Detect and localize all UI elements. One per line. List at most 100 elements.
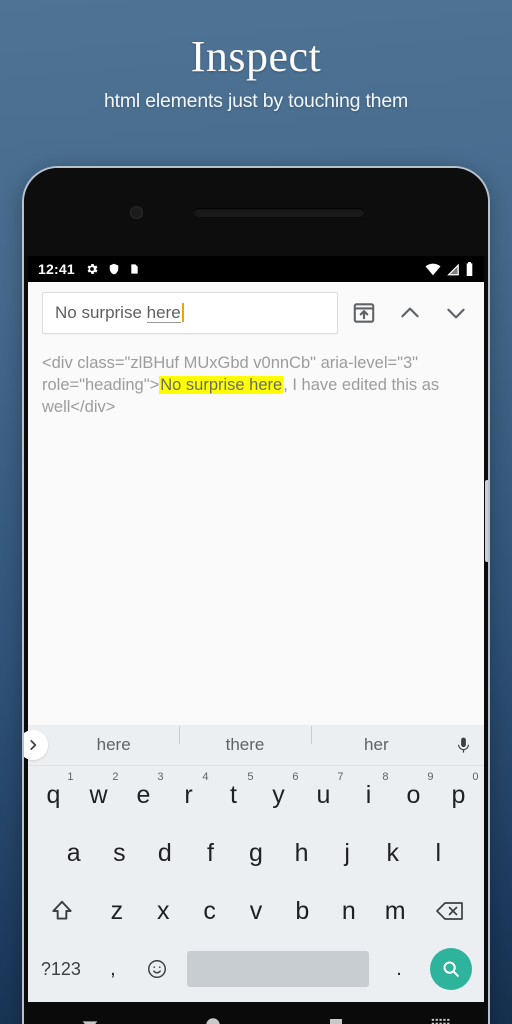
key-superscript: 4: [202, 771, 209, 783]
text-cursor: [181, 303, 184, 322]
text-input-misspelled-word: here: [146, 303, 181, 323]
key-x[interactable]: x: [140, 883, 186, 939]
wifi-icon: [425, 263, 441, 276]
suggestion-item[interactable]: her: [310, 726, 442, 755]
shift-key[interactable]: [31, 883, 94, 939]
key-y[interactable]: 6y: [256, 767, 301, 823]
clipboard-icon: [129, 262, 140, 276]
comma-key[interactable]: ,: [91, 941, 135, 997]
suggestion-list: here there her: [48, 726, 442, 755]
code-highlighted-text: No surprise here: [159, 376, 284, 394]
emoji-key[interactable]: [135, 941, 179, 997]
key-label: i: [365, 780, 372, 809]
power-button[interactable]: [485, 480, 488, 562]
key-label: r: [184, 780, 193, 809]
key-superscript: 5: [247, 771, 254, 783]
key-superscript: 2: [112, 771, 119, 783]
key-e[interactable]: 3e: [121, 767, 166, 823]
key-d[interactable]: d: [142, 825, 188, 881]
promo-header: Inspect html elements just by touching t…: [0, 0, 512, 114]
key-k[interactable]: k: [370, 825, 416, 881]
previous-match-button[interactable]: [390, 293, 430, 333]
key-o[interactable]: 9o: [391, 767, 436, 823]
key-v[interactable]: v: [233, 883, 279, 939]
key-label: t: [230, 780, 237, 809]
phone-top-bezel: [24, 168, 488, 256]
front-camera-icon: [130, 206, 143, 219]
nav-home-button[interactable]: [151, 1016, 274, 1024]
keyboard-row-1: 1q 2w 3e 4r 5t 6y 7u 8i 9o 0p: [28, 766, 484, 824]
symbols-key[interactable]: ?123: [31, 941, 91, 997]
key-i[interactable]: 8i: [346, 767, 391, 823]
backspace-key[interactable]: [418, 883, 481, 939]
key-m[interactable]: m: [372, 883, 418, 939]
next-match-button[interactable]: [436, 293, 476, 333]
key-j[interactable]: j: [324, 825, 370, 881]
key-s[interactable]: s: [97, 825, 143, 881]
key-c[interactable]: c: [186, 883, 232, 939]
space-key[interactable]: [187, 951, 369, 987]
shield-icon: [108, 262, 120, 276]
key-r[interactable]: 4r: [166, 767, 211, 823]
nav-back-button[interactable]: [28, 1014, 151, 1024]
key-superscript: 1: [67, 771, 74, 783]
chevron-right-icon[interactable]: [24, 730, 48, 760]
nav-keyboard-switcher-button[interactable]: [398, 1017, 484, 1024]
suggestion-bar: here there her: [24, 725, 484, 766]
key-b[interactable]: b: [279, 883, 325, 939]
page-title: Inspect: [190, 32, 322, 81]
key-label: w: [89, 780, 108, 809]
key-w[interactable]: 2w: [76, 767, 121, 823]
key-superscript: 9: [427, 771, 434, 783]
cell-signal-icon: [446, 263, 460, 276]
key-superscript: 0: [472, 771, 479, 783]
suggestion-item[interactable]: here: [48, 735, 179, 755]
key-a[interactable]: a: [51, 825, 97, 881]
microphone-icon[interactable]: [442, 736, 484, 755]
search-icon: [430, 948, 473, 990]
html-code-view[interactable]: <div class="zlBHuf MUxGbd v0nnCb" aria-l…: [28, 342, 484, 725]
status-bar: 12:41: [28, 256, 484, 282]
suggestion-item[interactable]: there: [179, 726, 310, 755]
page-subtitle: html elements just by touching them: [103, 90, 409, 112]
status-bar-clock: 12:41: [38, 261, 75, 277]
soft-keyboard: here there her 1q 2w 3e 4r 5t 6y 7u 8i 9…: [24, 725, 484, 1002]
keyboard-row-3: z x c v b n m: [28, 882, 484, 940]
android-nav-bar: [28, 1002, 484, 1024]
status-bar-left-icons: [85, 262, 140, 276]
gear-icon: [85, 262, 99, 276]
key-z[interactable]: z: [94, 883, 140, 939]
key-label: y: [272, 780, 285, 809]
phone-mockup: 12:41 No surprise here <div class="zlBHu…: [24, 168, 488, 1024]
open-in-new-button[interactable]: [344, 293, 384, 333]
key-n[interactable]: n: [326, 883, 372, 939]
text-input-field[interactable]: No surprise here: [42, 292, 338, 334]
nav-recents-button[interactable]: [275, 1017, 398, 1024]
text-input-value: No surprise: [55, 303, 147, 322]
text-input-wrapper: No surprise here: [55, 303, 184, 323]
key-q[interactable]: 1q: [31, 767, 76, 823]
phone-screen: 12:41 No surprise here <div class="zlBHu…: [24, 256, 484, 1024]
period-key[interactable]: .: [377, 941, 421, 997]
search-action-key[interactable]: [421, 941, 481, 997]
key-t[interactable]: 5t: [211, 767, 256, 823]
app-toolbar: No surprise here: [28, 282, 484, 342]
battery-icon: [465, 262, 474, 276]
key-f[interactable]: f: [188, 825, 234, 881]
key-g[interactable]: g: [233, 825, 279, 881]
earpiece-speaker: [194, 208, 364, 217]
key-superscript: 7: [337, 771, 344, 783]
key-u[interactable]: 7u: [301, 767, 346, 823]
key-superscript: 3: [157, 771, 164, 783]
keyboard-row-2: a s d f g h j k l: [28, 824, 484, 882]
key-superscript: 8: [382, 771, 389, 783]
key-p[interactable]: 0p: [436, 767, 481, 823]
key-label: p: [451, 780, 466, 809]
key-h[interactable]: h: [279, 825, 325, 881]
key-superscript: 6: [292, 771, 299, 783]
app-content: No surprise here <div class="zlBHuf MUxG…: [28, 282, 484, 725]
key-label: q: [46, 780, 61, 809]
key-label: o: [406, 780, 421, 809]
key-label: u: [316, 780, 331, 809]
key-l[interactable]: l: [415, 825, 461, 881]
